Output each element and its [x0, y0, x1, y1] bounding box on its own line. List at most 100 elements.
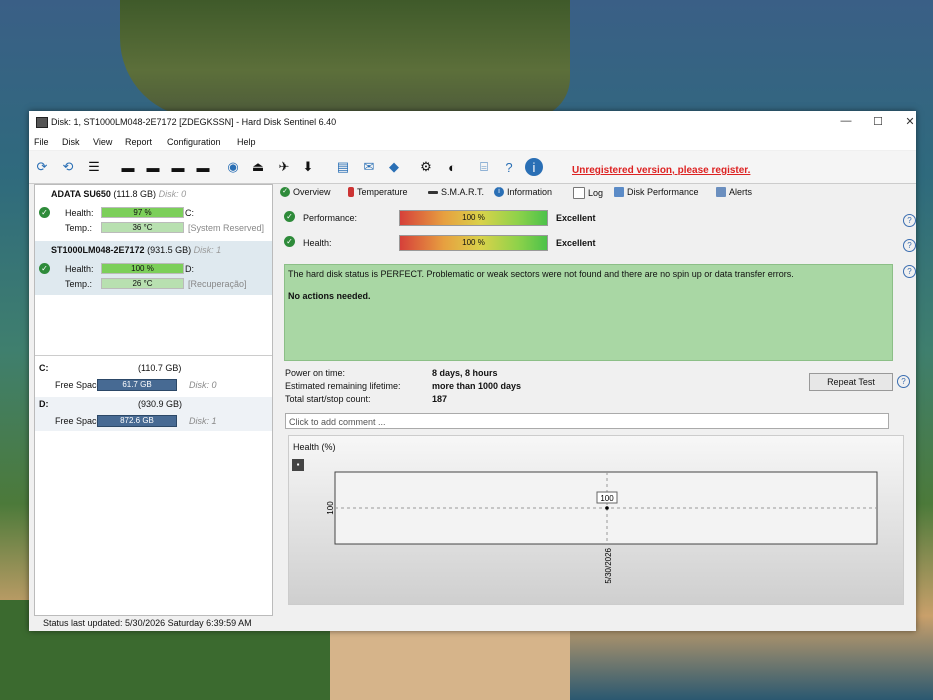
- disk-list-icon[interactable]: ☰: [85, 158, 103, 176]
- thermometer-icon: [348, 187, 354, 197]
- tab-bar: ✓ Overview Temperature S.M.A.R.T. i Inform…: [276, 184, 911, 202]
- tab-log[interactable]: Log: [573, 187, 603, 199]
- extended-test-icon[interactable]: ▬: [194, 158, 212, 176]
- tab-alerts[interactable]: Alerts: [716, 187, 752, 197]
- status-bar: Status last updated: 5/30/2026 Saturday …: [29, 616, 916, 631]
- eject-icon[interactable]: ⏏: [249, 158, 267, 176]
- test-icon[interactable]: ▬: [119, 158, 137, 176]
- menu-help[interactable]: Help: [237, 137, 256, 147]
- volume-letter: D:: [39, 399, 49, 409]
- menu-view[interactable]: View: [93, 137, 112, 147]
- status-updated: Status last updated: 5/30/2026 Saturday …: [43, 618, 252, 628]
- refresh-icon[interactable]: ⟳: [33, 158, 51, 176]
- health-bar: 100 %: [101, 263, 184, 274]
- temp-bar: 26 °C: [101, 278, 184, 289]
- status-action: No actions needed.: [288, 291, 371, 301]
- temp-label: Temp.:: [65, 223, 93, 233]
- details-panel: ✓ Overview Temperature S.M.A.R.T. i Inform…: [276, 184, 916, 614]
- info-icon[interactable]: i: [525, 158, 543, 176]
- download-icon[interactable]: ⬇: [299, 158, 317, 176]
- short-test-icon[interactable]: ▬: [169, 158, 187, 176]
- health-label: Health:: [65, 264, 94, 274]
- send-icon[interactable]: ◆: [385, 158, 403, 176]
- disk-icon[interactable]: ◉: [224, 158, 242, 176]
- drive-letter: D:: [185, 264, 194, 274]
- free-space-bar: 61.7 GB: [97, 379, 177, 391]
- tab-label: Log: [588, 188, 604, 198]
- disk-index: Disk: 1: [193, 245, 222, 255]
- disk-size: (111.8 GB): [113, 189, 157, 199]
- camera-icon[interactable]: ⌸: [475, 158, 493, 176]
- disk-entry-0[interactable]: ADATA SU650 (111.8 GB) Disk: 0 ✓ Health:…: [35, 185, 272, 239]
- tab-information[interactable]: i Information: [494, 187, 552, 197]
- menu-file[interactable]: File: [34, 137, 49, 147]
- menu-report[interactable]: Report: [125, 137, 152, 147]
- performance-label: Performance:: [303, 213, 358, 223]
- menu-disk[interactable]: Disk: [62, 137, 80, 147]
- status-message: The hard disk status is PERFECT. Problem…: [288, 269, 794, 279]
- background-cliff: [120, 0, 570, 118]
- surface-test-icon[interactable]: ▬: [144, 158, 162, 176]
- volume-c[interactable]: C: (110.7 GB) Free Space 61.7 GB Disk: 0: [35, 361, 272, 395]
- minimize-button[interactable]: —: [834, 115, 858, 131]
- disk-entry-1[interactable]: ST1000LM048-2E7172 (931.5 GB) Disk: 1 ✓ …: [35, 241, 272, 295]
- health-label: Health:: [303, 238, 332, 248]
- partition-name: [System Reserved]: [188, 223, 265, 233]
- info-label: Estimated remaining lifetime:: [285, 381, 401, 391]
- comment-input[interactable]: Click to add comment ...: [285, 413, 889, 429]
- close-button[interactable]: ✕: [898, 115, 922, 131]
- log-icon: [573, 187, 585, 199]
- menu-configuration[interactable]: Configuration: [167, 137, 221, 147]
- health-chart: Health (%) ▪ 100 100 5/30/2026: [288, 435, 904, 605]
- volume-size: (110.7 GB): [138, 363, 182, 373]
- report-icon[interactable]: ▤: [334, 158, 352, 176]
- maximize-button[interactable]: ☐: [866, 115, 890, 131]
- background-beach: [330, 630, 570, 700]
- performance-bar: 100 %: [399, 210, 548, 226]
- mail-icon[interactable]: ✉: [360, 158, 378, 176]
- help-icon[interactable]: ?: [903, 265, 916, 278]
- disk-index: Disk: 0: [158, 189, 187, 199]
- tab-label: S.M.A.R.T.: [441, 187, 485, 197]
- tab-temperature[interactable]: Temperature: [348, 187, 408, 197]
- free-space-label: Free Space: [55, 380, 102, 390]
- y-tick-label: 100: [326, 501, 335, 515]
- disk-name: ST1000LM048-2E7172: [51, 245, 145, 255]
- volume-d[interactable]: D: (930.9 GB) Free Space 872.6 GB Disk: …: [35, 397, 272, 431]
- tab-overview[interactable]: ✓ Overview: [280, 187, 331, 197]
- tab-disk-performance[interactable]: Disk Performance: [614, 187, 699, 197]
- ok-check-icon: ✓: [284, 236, 295, 247]
- tab-smart[interactable]: S.M.A.R.T.: [428, 187, 484, 197]
- health-bar: 97 %: [101, 207, 184, 218]
- health-bar: 100 %: [399, 235, 548, 251]
- app-window: Disk: 1, ST1000LM048-2E7172 [ZDEGKSSN] -…: [29, 111, 916, 631]
- tab-label: Information: [507, 187, 553, 197]
- acoustic-icon[interactable]: ✈: [275, 158, 293, 176]
- status-message-box: The hard disk status is PERFECT. Problem…: [284, 264, 893, 361]
- help-icon[interactable]: ?: [903, 214, 916, 227]
- divider: [35, 355, 272, 356]
- temp-label: Temp.:: [65, 279, 93, 289]
- smart-icon: [428, 190, 438, 194]
- help-icon[interactable]: ?: [903, 239, 916, 252]
- disk-panel: ADATA SU650 (111.8 GB) Disk: 0 ✓ Health:…: [34, 184, 273, 616]
- info-value: 187: [432, 394, 448, 404]
- refresh-all-icon[interactable]: ⟲: [59, 158, 77, 176]
- repeat-test-button[interactable]: Repeat Test: [809, 373, 893, 391]
- help-icon[interactable]: ?: [500, 158, 518, 176]
- ok-check-icon: ✓: [280, 187, 290, 197]
- info-value: more than 1000 days: [432, 381, 522, 391]
- disk-title: ADATA SU650 (111.8 GB) Disk: 0: [51, 189, 186, 199]
- ok-check-icon: ✓: [39, 207, 50, 218]
- help-icon[interactable]: ?: [897, 375, 910, 388]
- alerts-icon[interactable]: ◐: [443, 158, 461, 176]
- gear-icon[interactable]: ⚙: [417, 158, 435, 176]
- tab-label: Overview: [293, 187, 331, 197]
- info-value: 8 days, 8 hours: [432, 368, 498, 378]
- ok-check-icon: ✓: [284, 211, 295, 222]
- data-label: 100: [600, 494, 614, 503]
- unregistered-link[interactable]: Unregistered version, please register.: [572, 165, 750, 176]
- health-rating: Excellent: [556, 238, 596, 248]
- menu-bar: File Disk View Report Configuration Help: [29, 135, 916, 150]
- temp-bar: 36 °C: [101, 222, 184, 233]
